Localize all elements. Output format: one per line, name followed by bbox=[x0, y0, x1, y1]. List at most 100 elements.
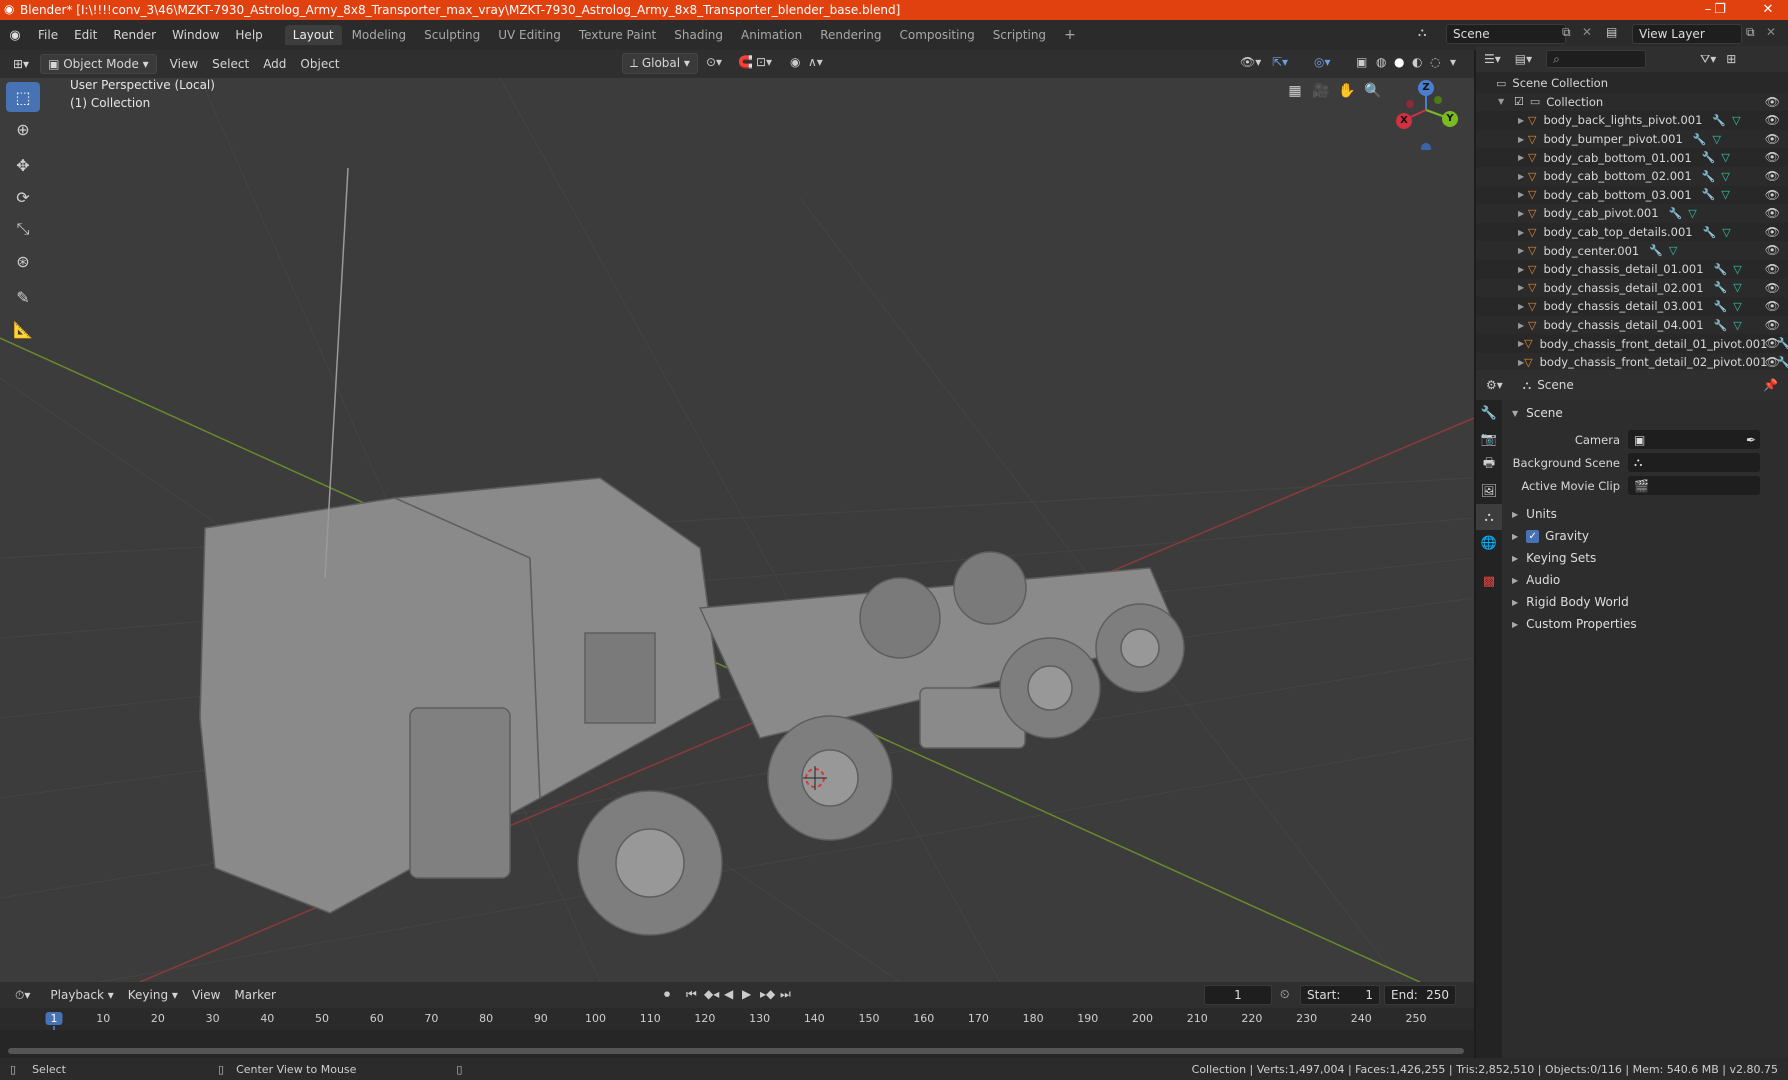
material-shading-icon[interactable]: ◐ bbox=[1412, 55, 1422, 69]
eye-icon[interactable]: 👁 bbox=[1765, 113, 1780, 127]
outliner-object-row[interactable]: ▶ ▽ body_chassis_detail_03.001 🔧 ▽ 👁 bbox=[1476, 297, 1788, 316]
expand-arrow-icon[interactable]: ▶ bbox=[1518, 190, 1528, 199]
scale-tool-icon[interactable]: ⤡ bbox=[6, 214, 40, 244]
collapse-icon[interactable]: ▼ bbox=[1498, 97, 1508, 106]
eye-icon[interactable]: 👁 bbox=[1765, 355, 1780, 369]
outliner-object-row[interactable]: ▶ ▽ body_cab_bottom_01.001 🔧 ▽ 👁 bbox=[1476, 148, 1788, 167]
eye-icon[interactable]: 👁 bbox=[1765, 318, 1780, 332]
maximize-button[interactable]: ❐ bbox=[1700, 0, 1740, 20]
scene-name-field[interactable]: Scene bbox=[1446, 24, 1566, 44]
tab-animation[interactable]: Animation bbox=[733, 25, 810, 45]
move-tool-icon[interactable]: ✥ bbox=[6, 150, 40, 180]
snap-target-icon[interactable]: ⊡▾ bbox=[756, 55, 772, 69]
expand-arrow-icon[interactable]: ▶ bbox=[1518, 209, 1528, 218]
mesh-data-icon[interactable]: ▽ bbox=[1721, 170, 1729, 183]
tab-uv-editing[interactable]: UV Editing bbox=[490, 25, 569, 45]
falloff-icon[interactable]: ∧▾ bbox=[808, 55, 823, 69]
modifier-icon[interactable]: 🔧 bbox=[1693, 133, 1707, 146]
outliner-search-input[interactable]: ⌕ bbox=[1546, 50, 1647, 68]
outliner-object-row[interactable]: ▶ ▽ body_cab_bottom_03.001 🔧 ▽ 👁 bbox=[1476, 186, 1788, 205]
world-tab-icon[interactable]: 🌐 bbox=[1476, 530, 1502, 556]
filter-icon[interactable]: ⛛▾ bbox=[1700, 52, 1716, 67]
menu-edit[interactable]: Edit bbox=[66, 28, 105, 42]
gravity-checkbox[interactable]: ✓ bbox=[1526, 529, 1540, 543]
shading-options-icon[interactable]: ▾ bbox=[1450, 55, 1456, 69]
overlay-toggle-icon[interactable]: ◎▾ bbox=[1314, 55, 1331, 69]
proportional-editing-icon[interactable]: ◉ bbox=[790, 55, 800, 69]
mesh-data-icon[interactable]: ▽ bbox=[1721, 188, 1729, 201]
eye-icon[interactable]: 👁 bbox=[1765, 188, 1780, 202]
menu-object[interactable]: Object bbox=[293, 55, 346, 73]
expand-arrow-icon[interactable]: ▶ bbox=[1518, 172, 1528, 181]
modifier-icon[interactable]: 🔧 bbox=[1712, 114, 1726, 127]
outliner-object-row[interactable]: ▶ ▽ body_chassis_front_detail_01_pivot.001… bbox=[1476, 334, 1788, 353]
start-frame-field[interactable]: Start: 1 bbox=[1300, 985, 1380, 1005]
eye-icon[interactable]: 👁 bbox=[1765, 299, 1780, 313]
render-tab-icon[interactable]: 📷 bbox=[1476, 426, 1502, 452]
gizmo-x-axis[interactable]: X bbox=[1396, 113, 1412, 129]
gravity-panel-header[interactable]: ▶ ✓ Gravity bbox=[1502, 525, 1788, 547]
eye-icon[interactable]: 👁 bbox=[1765, 281, 1780, 295]
timeline-scrollbar[interactable] bbox=[8, 1048, 1464, 1054]
modifier-icon[interactable]: 🔧 bbox=[1714, 263, 1728, 276]
rigid-body-world-panel-header[interactable]: ▶ Rigid Body World bbox=[1502, 591, 1788, 613]
outliner-object-row[interactable]: ▶ ▽ body_back_lights_pivot.001 🔧 ▽ 👁 bbox=[1476, 111, 1788, 130]
cursor-tool-icon[interactable]: ⊕ bbox=[6, 114, 40, 144]
solid-shading-icon[interactable]: ● bbox=[1394, 55, 1404, 69]
scene-collection-row[interactable]: ▭ Scene Collection bbox=[1476, 74, 1788, 93]
modifier-icon[interactable]: 🔧 bbox=[1669, 207, 1683, 220]
modifier-icon[interactable]: 🔧 bbox=[1702, 188, 1716, 201]
rotate-tool-icon[interactable]: ⟳ bbox=[6, 182, 40, 212]
tab-rendering[interactable]: Rendering bbox=[812, 25, 889, 45]
mesh-data-icon[interactable]: ▽ bbox=[1721, 151, 1729, 164]
menu-help[interactable]: Help bbox=[227, 28, 270, 42]
tab-modeling[interactable]: Modeling bbox=[344, 25, 415, 45]
snap-icon[interactable]: 🧲 bbox=[738, 55, 753, 69]
expand-arrow-icon[interactable]: ▶ bbox=[1518, 265, 1528, 274]
eye-icon[interactable]: 👁 bbox=[1765, 243, 1780, 257]
pan-hand-icon[interactable]: ✋ bbox=[1334, 78, 1360, 104]
record-icon[interactable]: ⏺ bbox=[664, 987, 670, 1002]
menu-add[interactable]: Add bbox=[256, 55, 293, 73]
editor-type-icon[interactable]: ⊞▾ bbox=[6, 55, 36, 73]
modifier-icon[interactable]: 🔧 bbox=[1714, 281, 1728, 294]
delete-scene-icon[interactable]: ✕ bbox=[1582, 25, 1592, 39]
play-reverse-icon[interactable]: ◀ bbox=[724, 987, 733, 1001]
scene-browse-icon[interactable]: ⛬ bbox=[1418, 25, 1426, 40]
add-workspace-button[interactable]: + bbox=[1056, 24, 1084, 46]
outliner-object-row[interactable]: ▶ ▽ body_cab_bottom_02.001 🔧 ▽ 👁 bbox=[1476, 166, 1788, 186]
end-frame-field[interactable]: End: 250 bbox=[1384, 985, 1456, 1005]
jump-end-icon[interactable]: ⏭ bbox=[780, 987, 791, 1002]
expand-arrow-icon[interactable]: ▶ bbox=[1518, 321, 1528, 330]
gizmo-toggle-icon[interactable]: ⇱▾ bbox=[1272, 55, 1288, 69]
measure-tool-icon[interactable]: 📐 bbox=[6, 314, 40, 344]
tab-compositing[interactable]: Compositing bbox=[891, 25, 982, 45]
menu-view[interactable]: View bbox=[163, 55, 205, 73]
outliner-object-row[interactable]: ▶ ▽ body_cab_top_details.001 🔧 ▽ 👁 bbox=[1476, 223, 1788, 242]
tab-shading[interactable]: Shading bbox=[666, 25, 731, 45]
current-frame-field[interactable]: 1 bbox=[1204, 985, 1272, 1005]
modifier-icon[interactable]: 🔧 bbox=[1714, 300, 1728, 313]
expand-arrow-icon[interactable]: ▶ bbox=[1518, 116, 1528, 125]
checkbox-icon[interactable]: ☑ bbox=[1514, 95, 1524, 108]
camera-view-icon[interactable]: 🎥 bbox=[1308, 78, 1334, 104]
timeline-track[interactable] bbox=[0, 1030, 1474, 1058]
3d-viewport[interactable]: User Perspective (Local) (1) Collection … bbox=[0, 78, 1474, 982]
mesh-data-icon[interactable]: ▽ bbox=[1733, 300, 1741, 313]
tab-sculpting[interactable]: Sculpting bbox=[416, 25, 488, 45]
keying-menu[interactable]: Keying ▾ bbox=[121, 986, 185, 1004]
eye-icon[interactable]: 👁 bbox=[1765, 95, 1780, 109]
menu-select[interactable]: Select bbox=[205, 55, 256, 73]
outliner-object-row[interactable]: ▶ ▽ body_chassis_detail_01.001 🔧 ▽ 👁 bbox=[1476, 260, 1788, 279]
keying-sets-panel-header[interactable]: ▶ Keying Sets bbox=[1502, 547, 1788, 569]
expand-arrow-icon[interactable]: ▶ bbox=[1518, 135, 1528, 144]
annotate-tool-icon[interactable]: ✎ bbox=[6, 282, 40, 312]
eye-icon[interactable]: 👁 bbox=[1765, 169, 1780, 183]
output-tab-icon[interactable]: 🖶 bbox=[1476, 452, 1502, 478]
rendered-shading-icon[interactable]: ◌ bbox=[1430, 55, 1440, 69]
expand-arrow-icon[interactable]: ▶ bbox=[1518, 228, 1528, 237]
transform-orientation-selector[interactable]: ⟂ Global ▾ bbox=[622, 53, 698, 74]
view-layer-browse-icon[interactable]: ▤ bbox=[1606, 25, 1617, 39]
eye-icon[interactable]: 👁 bbox=[1765, 225, 1780, 239]
movie-clip-field[interactable]: 🎬 bbox=[1628, 476, 1760, 495]
